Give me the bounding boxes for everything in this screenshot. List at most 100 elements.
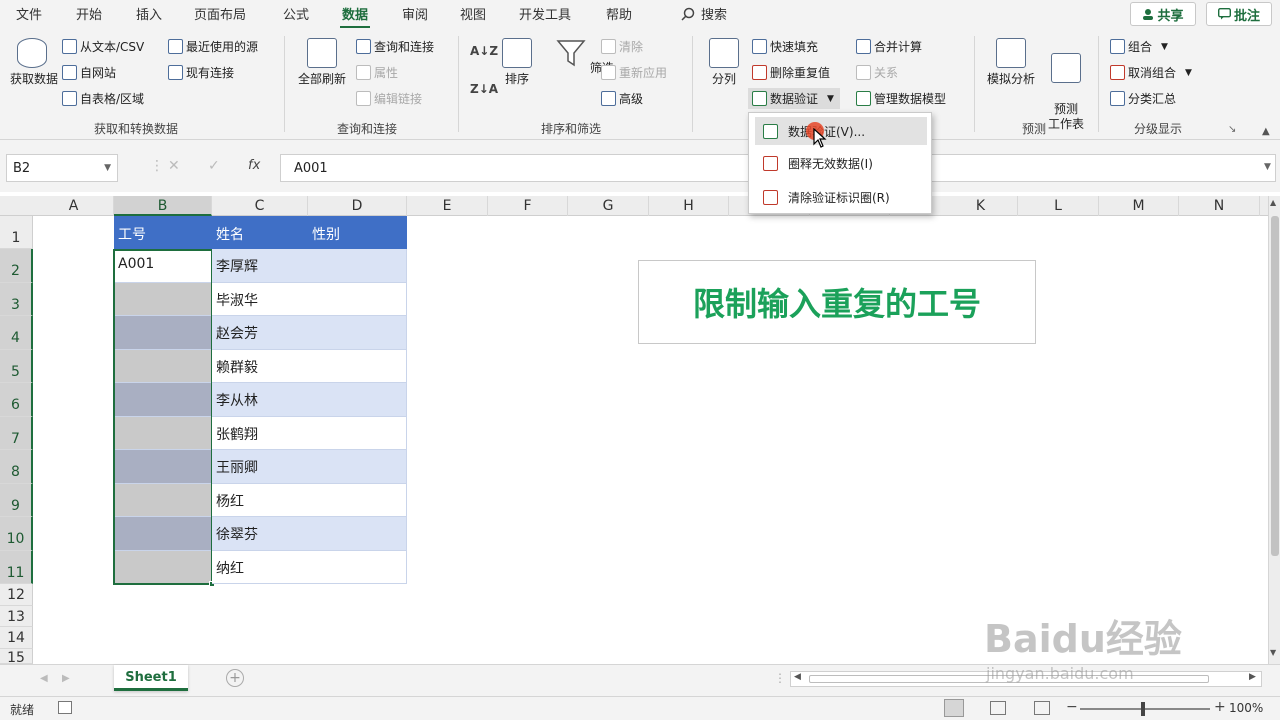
- column-header-b[interactable]: B: [114, 196, 212, 216]
- scroll-right-icon[interactable]: ▶: [1249, 672, 1256, 682]
- tab-home[interactable]: 开始: [76, 4, 102, 23]
- zoom-level[interactable]: 100%: [1229, 701, 1263, 715]
- vertical-scrollbar[interactable]: ▲ ▼: [1268, 196, 1280, 664]
- consolidate-button[interactable]: 合并计算: [856, 38, 922, 55]
- tab-file[interactable]: 文件: [16, 4, 42, 23]
- tab-view[interactable]: 视图: [460, 4, 486, 23]
- row-header[interactable]: 4: [0, 316, 33, 350]
- tab-formulas[interactable]: 公式: [283, 4, 309, 23]
- cell-c11[interactable]: 纳红: [212, 551, 308, 584]
- add-sheet-icon[interactable]: +: [226, 669, 244, 687]
- row-header[interactable]: 7: [0, 417, 33, 450]
- tab-developer[interactable]: 开发工具: [519, 4, 571, 23]
- column-header-l[interactable]: L: [1018, 196, 1099, 216]
- header-cell-employee-id[interactable]: 工号: [114, 216, 212, 249]
- column-header-h[interactable]: H: [649, 196, 729, 216]
- get-data-button[interactable]: 获取数据: [10, 38, 58, 87]
- cell-b10[interactable]: [114, 517, 212, 551]
- tab-review[interactable]: 审阅: [402, 4, 428, 23]
- manage-data-model-button[interactable]: 管理数据模型: [856, 90, 946, 107]
- queries-connections-button[interactable]: 查询和连接: [356, 38, 434, 55]
- tab-insert[interactable]: 插入: [136, 4, 162, 23]
- scroll-thumb[interactable]: [1271, 216, 1279, 556]
- forecast-sheet-button[interactable]: 预测 工作表: [1044, 38, 1088, 132]
- row-header[interactable]: 13: [0, 606, 33, 627]
- cell-c4[interactable]: 赵会芳: [212, 316, 308, 350]
- cell-c3[interactable]: 毕淑华: [212, 283, 308, 316]
- relationships-button[interactable]: 关系: [856, 64, 898, 81]
- cell-b6[interactable]: [114, 383, 212, 417]
- subtotal-button[interactable]: 分类汇总: [1110, 90, 1176, 107]
- next-sheet-icon[interactable]: ▶: [62, 673, 70, 684]
- column-header-e[interactable]: E: [407, 196, 488, 216]
- zoom-slider[interactable]: [1080, 708, 1210, 710]
- existing-connections-button[interactable]: 现有连接: [168, 64, 234, 81]
- cell-d10[interactable]: [308, 517, 407, 551]
- expand-formula-icon[interactable]: ▼: [1264, 162, 1271, 172]
- row-header[interactable]: 11: [0, 551, 33, 584]
- what-if-analysis-button[interactable]: 模拟分析: [982, 38, 1040, 87]
- cell-b7[interactable]: [114, 417, 212, 450]
- cell-c9[interactable]: 杨红: [212, 484, 308, 517]
- row-header[interactable]: 14: [0, 627, 33, 649]
- cell-d5[interactable]: [308, 350, 407, 383]
- zoom-slider-thumb[interactable]: [1141, 702, 1145, 716]
- row-header[interactable]: 2: [0, 249, 33, 283]
- row-header[interactable]: 6: [0, 383, 33, 417]
- header-cell-gender[interactable]: 性别: [308, 216, 407, 249]
- normal-view-icon[interactable]: [944, 699, 964, 717]
- sort-button[interactable]: 排序: [500, 38, 534, 87]
- zoom-out-icon[interactable]: −: [1066, 699, 1078, 715]
- header-cell-name[interactable]: 姓名: [212, 216, 308, 249]
- search-box[interactable]: 搜索: [681, 4, 727, 23]
- row-header[interactable]: 9: [0, 484, 33, 517]
- column-header-f[interactable]: F: [488, 196, 568, 216]
- page-break-view-icon[interactable]: [1034, 701, 1050, 715]
- column-header-g[interactable]: G: [568, 196, 649, 216]
- column-header-a[interactable]: A: [34, 196, 114, 216]
- cell-d7[interactable]: [308, 417, 407, 450]
- remove-duplicates-button[interactable]: 删除重复值: [752, 64, 830, 81]
- share-button[interactable]: 共享: [1130, 2, 1196, 26]
- properties-button[interactable]: 属性: [356, 64, 398, 81]
- text-to-columns-button[interactable]: 分列: [704, 38, 744, 87]
- advanced-filter-button[interactable]: 高级: [601, 90, 643, 107]
- macro-record-icon[interactable]: [58, 701, 72, 714]
- flash-fill-button[interactable]: 快速填充: [752, 38, 818, 55]
- filter-button[interactable]: 筛选: [556, 38, 614, 76]
- from-text-csv-button[interactable]: 从文本/CSV: [62, 38, 144, 55]
- tab-split-handle-icon[interactable]: ⋮: [774, 671, 786, 685]
- cell-d3[interactable]: [308, 283, 407, 316]
- cell-b4[interactable]: [114, 316, 212, 350]
- row-header[interactable]: 15: [0, 649, 33, 664]
- zoom-in-icon[interactable]: +: [1214, 699, 1226, 715]
- sheet-tab-sheet1[interactable]: Sheet1: [114, 665, 188, 691]
- group-button[interactable]: 组合 ▼: [1110, 38, 1168, 55]
- row-header[interactable]: 10: [0, 517, 33, 551]
- scroll-left-icon[interactable]: ◀: [794, 672, 801, 682]
- row-header[interactable]: 5: [0, 350, 33, 383]
- column-header-n[interactable]: N: [1179, 196, 1260, 216]
- clear-filter-button[interactable]: 清除: [601, 38, 643, 55]
- column-header-d[interactable]: D: [308, 196, 407, 216]
- row-header[interactable]: 12: [0, 584, 33, 606]
- scroll-down-icon[interactable]: ▼: [1270, 648, 1276, 657]
- row-header[interactable]: 8: [0, 450, 33, 484]
- menu-item-data-validation[interactable]: 数据验证(V)...: [755, 117, 927, 145]
- cell-b11[interactable]: [114, 551, 212, 584]
- enter-icon[interactable]: ✓: [208, 158, 220, 174]
- sort-desc-button[interactable]: Z↓A: [470, 82, 498, 96]
- tab-help[interactable]: 帮助: [606, 4, 632, 23]
- from-table-button[interactable]: 自表格/区域: [62, 90, 144, 107]
- page-layout-view-icon[interactable]: [990, 701, 1006, 715]
- cancel-icon[interactable]: ✕: [168, 158, 180, 174]
- cell-b8[interactable]: [114, 450, 212, 484]
- collapse-ribbon-icon[interactable]: ▲: [1262, 126, 1270, 137]
- refresh-all-button[interactable]: 全部刷新: [294, 38, 350, 87]
- cell-c6[interactable]: 李从林: [212, 383, 308, 417]
- column-header-m[interactable]: M: [1099, 196, 1179, 216]
- cell-b3[interactable]: [114, 283, 212, 316]
- data-validation-button[interactable]: 数据验证 ▼: [748, 88, 840, 109]
- cell-c7[interactable]: 张鹤翔: [212, 417, 308, 450]
- prev-sheet-icon[interactable]: ◀: [40, 673, 48, 684]
